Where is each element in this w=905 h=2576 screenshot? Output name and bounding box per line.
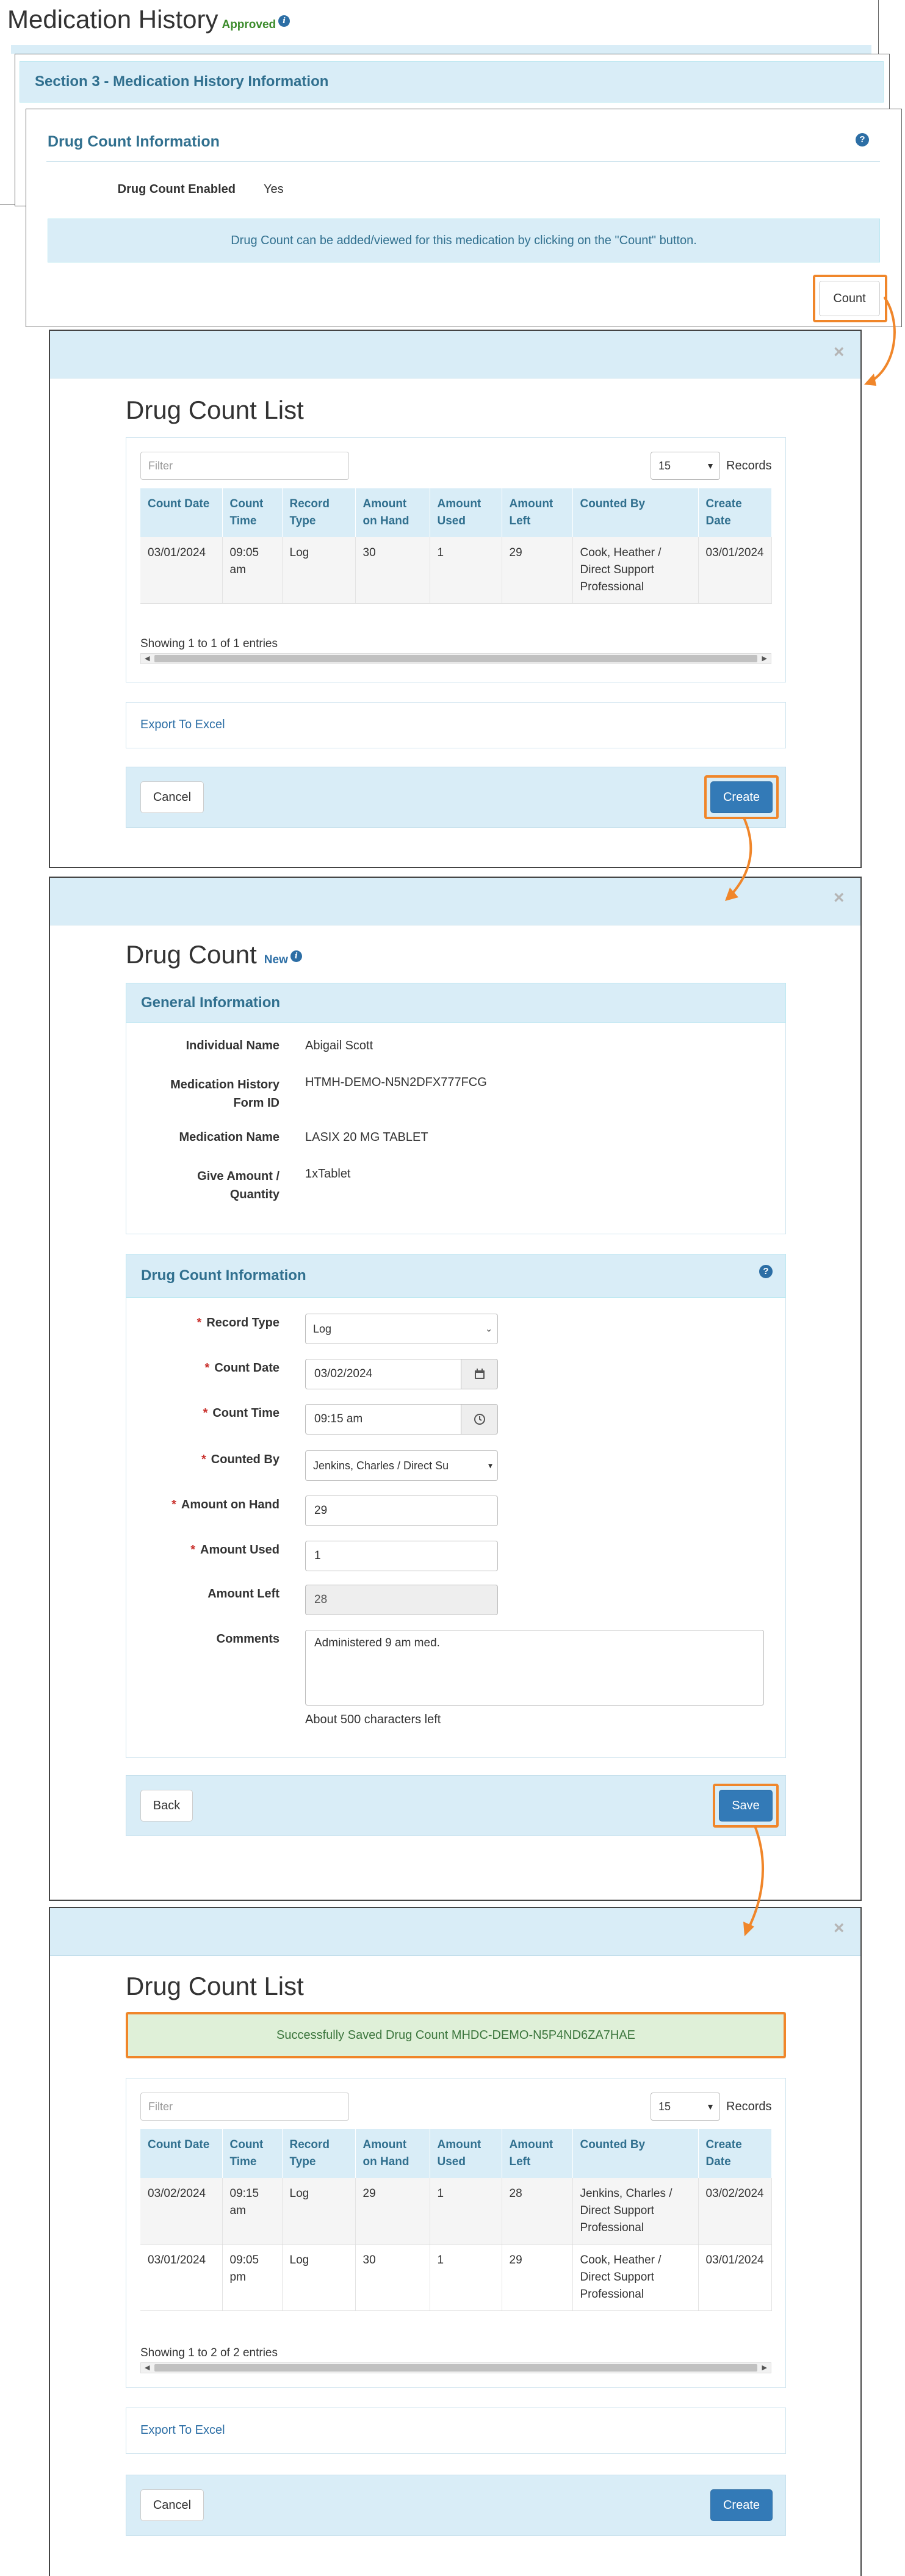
arrowhead (743, 1922, 754, 1936)
arrow-count-to-list (870, 297, 896, 382)
arrowhead (864, 374, 876, 386)
arrow-create-to-form (730, 818, 752, 896)
arrow-save-to-list (747, 1826, 765, 1930)
flow-arrows (725, 297, 896, 1936)
